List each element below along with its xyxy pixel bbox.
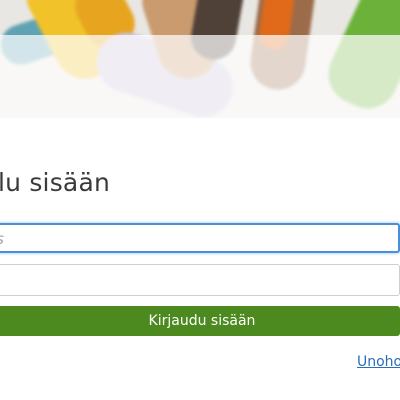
page-title: lu sisään: [0, 168, 111, 197]
login-page: lu sisään nus Kirjaudu sisään Unoho: [0, 0, 400, 400]
forgot-password-link[interactable]: Unoho: [357, 354, 400, 370]
login-button[interactable]: Kirjaudu sisään: [0, 306, 400, 336]
header-banner-image: [0, 0, 400, 118]
username-input[interactable]: nus: [0, 223, 400, 253]
username-placeholder: nus: [0, 230, 4, 248]
password-input[interactable]: [0, 264, 400, 296]
